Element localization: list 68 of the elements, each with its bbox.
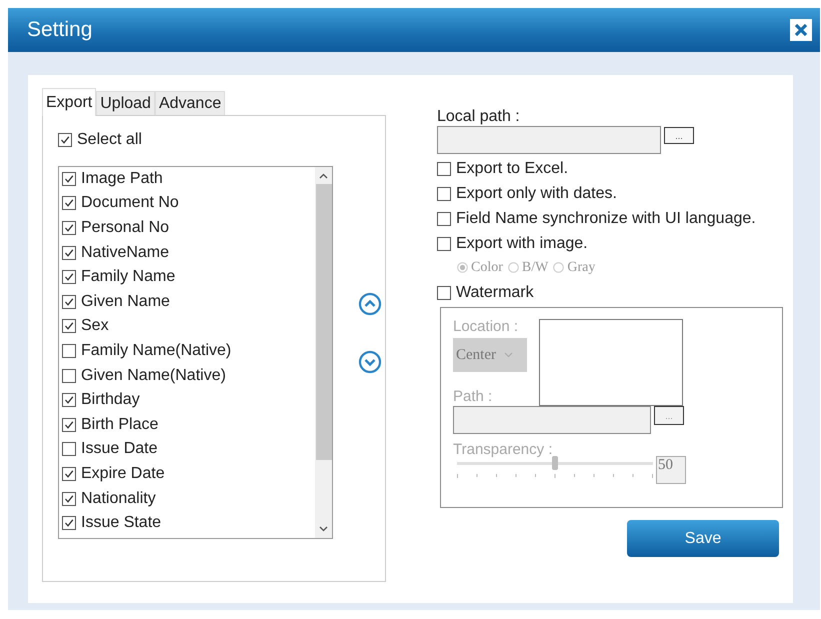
checkbox[interactable] bbox=[62, 418, 76, 432]
checkbox[interactable] bbox=[62, 270, 76, 284]
field-label: Issue Date bbox=[81, 440, 158, 458]
checkbox[interactable] bbox=[62, 442, 76, 456]
window-title: Setting bbox=[27, 18, 92, 42]
field-label: Birth Place bbox=[81, 416, 158, 434]
checkbox[interactable] bbox=[62, 172, 76, 186]
chevron-down-icon bbox=[504, 352, 513, 358]
tab[interactable]: Advance bbox=[154, 91, 226, 115]
path-field[interactable] bbox=[453, 406, 651, 434]
scroll-up-icon[interactable] bbox=[319, 172, 328, 179]
checkbox[interactable] bbox=[58, 133, 72, 148]
move-down-icon[interactable] bbox=[358, 350, 382, 374]
checkbox[interactable] bbox=[437, 236, 451, 250]
field-label: Birthday bbox=[81, 391, 140, 410]
checkbox[interactable] bbox=[62, 294, 76, 309]
checkbox[interactable] bbox=[62, 196, 76, 210]
scrollbar[interactable] bbox=[315, 166, 332, 538]
checkbox[interactable] bbox=[437, 162, 451, 176]
tab[interactable]: Export bbox=[42, 88, 96, 116]
close-button[interactable] bbox=[790, 19, 812, 41]
transparency-value: 50 bbox=[656, 456, 686, 484]
checkbox[interactable] bbox=[62, 319, 76, 334]
select-all-label: Select all bbox=[77, 131, 142, 150]
field-label: Document No bbox=[81, 194, 179, 212]
transparency-slider[interactable] bbox=[457, 456, 653, 480]
save-button[interactable]: Save bbox=[627, 520, 779, 557]
checkbox[interactable] bbox=[437, 212, 451, 226]
checkbox[interactable] bbox=[62, 492, 76, 506]
scroll-thumb[interactable] bbox=[316, 184, 332, 460]
field-label: Sex bbox=[81, 317, 109, 336]
option-label: Export to Excel. bbox=[456, 160, 568, 178]
field-label: Nationality bbox=[81, 490, 156, 508]
option-label: Export with image. bbox=[456, 234, 588, 252]
field-label: Family Name bbox=[81, 268, 176, 286]
path-field[interactable] bbox=[437, 126, 661, 154]
checkbox[interactable] bbox=[62, 393, 76, 408]
checkbox[interactable] bbox=[62, 221, 76, 236]
scroll-down-icon[interactable] bbox=[319, 526, 328, 532]
field-label: Family Name(Native) bbox=[81, 342, 232, 360]
transparency-label: Transparency : bbox=[453, 441, 554, 458]
checkbox[interactable] bbox=[62, 467, 76, 482]
field-label: Personal No bbox=[81, 219, 170, 238]
checkbox[interactable] bbox=[62, 246, 76, 260]
tab[interactable]: Upload bbox=[96, 91, 155, 115]
location-label: Location : bbox=[453, 318, 520, 335]
option-label: Export only with dates. bbox=[456, 184, 617, 202]
checkbox[interactable] bbox=[437, 286, 451, 300]
watermark-label: Watermark bbox=[456, 284, 534, 302]
browse-button[interactable]: ... bbox=[664, 127, 694, 144]
field-label: Image Path bbox=[81, 170, 163, 188]
checkbox[interactable] bbox=[62, 344, 76, 358]
local-path-label: Local path : bbox=[437, 108, 521, 126]
field-label: Expire Date bbox=[81, 465, 165, 484]
field-label: Issue State bbox=[81, 514, 162, 532]
checkbox[interactable] bbox=[62, 516, 76, 530]
radio-label: Gray bbox=[567, 260, 596, 276]
field-label: Given Name bbox=[81, 292, 170, 311]
checkbox[interactable] bbox=[62, 368, 76, 383]
field-label: Given Name(Native) bbox=[81, 366, 226, 385]
path-label: Path : bbox=[453, 388, 494, 405]
radio-label: Color bbox=[471, 260, 503, 276]
radio-label: B/W bbox=[522, 260, 548, 276]
option-label: Field Name synchronize with UI language. bbox=[456, 210, 756, 228]
close-icon bbox=[794, 23, 808, 37]
move-up-icon[interactable] bbox=[358, 292, 382, 316]
field-label: NativeName bbox=[81, 244, 170, 262]
checkbox[interactable] bbox=[437, 186, 451, 200]
